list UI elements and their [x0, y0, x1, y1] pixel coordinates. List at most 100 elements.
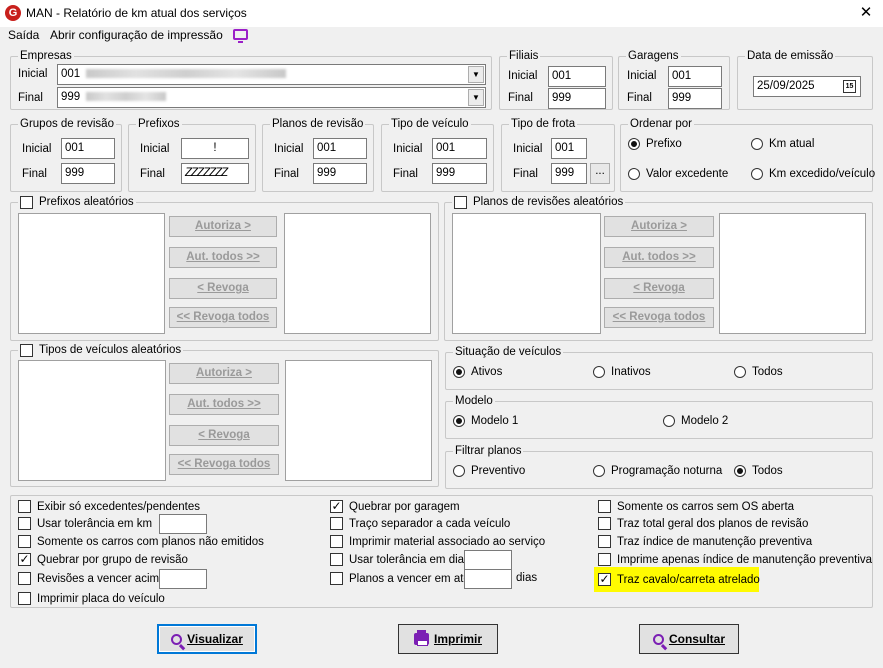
autoriza-button[interactable]: Autoriza >	[604, 216, 714, 237]
revoga-todos-button[interactable]: << Revoga todos	[604, 307, 714, 328]
aut-todos-button[interactable]: Aut. todos >>	[169, 394, 279, 415]
tipos-available-list[interactable]	[18, 360, 166, 481]
chevron-down-icon[interactable]: ▼	[468, 89, 484, 106]
monitor-icon[interactable]	[233, 29, 248, 43]
ordenar-valor-excedente-radio[interactable]: Valor excedente	[628, 168, 728, 180]
imprimir-placa-checkbox[interactable]: Imprimir placa do veículo	[18, 592, 165, 605]
tipos-aleatorios-checkbox[interactable]: Tipos de veículos aleatórios	[18, 343, 184, 357]
planos-vencer-dias-input[interactable]	[464, 569, 512, 589]
consultar-button[interactable]: Consultar	[639, 624, 739, 654]
tipo-frota-lookup-button[interactable]: ...	[590, 163, 610, 184]
garagens-final-input[interactable]: 999	[668, 88, 722, 109]
filiais-inicial-input[interactable]: 001	[548, 66, 606, 87]
menu-saida[interactable]: Saída	[8, 28, 39, 42]
traz-cavalo-carreta-checkbox[interactable]: ✓ Traz cavalo/carreta atrelado	[594, 567, 760, 592]
situacao-ativos-radio[interactable]: Ativos	[453, 366, 502, 378]
checkbox-icon	[598, 553, 611, 566]
tipo-veiculo-final-input[interactable]: 999	[432, 163, 487, 184]
radio-icon	[453, 465, 465, 477]
garagens-inicial-input[interactable]: 001	[668, 66, 722, 87]
tipo-frota-final-label: Final	[513, 168, 538, 180]
grupos-revisao-group: Grupos de revisão Inicial 001 Final 999	[10, 117, 122, 192]
tipo-veiculo-inicial-label: Inicial	[393, 143, 423, 155]
quebrar-garagem-checkbox[interactable]: ✓ Quebrar por garagem	[330, 500, 460, 513]
aut-todos-button[interactable]: Aut. todos >>	[604, 247, 714, 268]
tipos-authorized-list[interactable]	[285, 360, 432, 481]
prefixos-final-input[interactable]: ZZZZZZZ	[181, 163, 249, 184]
prefixos-available-list[interactable]	[18, 213, 165, 334]
modelo-2-radio[interactable]: Modelo 2	[663, 415, 728, 427]
filiais-final-input[interactable]: 999	[548, 88, 606, 109]
revoga-button[interactable]: < Revoga	[169, 278, 277, 299]
filtrar-planos-group: Filtrar planos Preventivo Programação no…	[445, 444, 873, 489]
planos-final-input[interactable]: 999	[313, 163, 367, 184]
options-panel: Exibir só excedentes/pendentes Usar tole…	[10, 495, 873, 608]
revoga-todos-button[interactable]: << Revoga todos	[169, 307, 277, 328]
visualizar-button[interactable]: Visualizar	[157, 624, 257, 654]
traco-separador-checkbox[interactable]: Traço separador a cada veículo	[330, 517, 510, 530]
planos-inicial-input[interactable]: 001	[313, 138, 367, 159]
tipo-frota-final-input[interactable]: 999	[551, 163, 587, 184]
revisoes-vencer-acima-checkbox[interactable]: Revisões a vencer acima	[18, 572, 165, 585]
ordenar-prefixo-radio[interactable]: Prefixo	[628, 138, 682, 150]
filiais-final-label: Final	[508, 92, 533, 104]
grupos-final-input[interactable]: 999	[61, 163, 115, 184]
tolerancia-dias-input[interactable]	[464, 550, 512, 570]
grupos-inicial-input[interactable]: 001	[61, 138, 115, 159]
situacao-todos-radio[interactable]: Todos	[734, 366, 783, 378]
prefixos-aleatorios-checkbox[interactable]: Prefixos aleatórios	[18, 195, 136, 209]
tipo-frota-inicial-input[interactable]: 001	[551, 138, 587, 159]
traz-indice-manutencao-checkbox[interactable]: Traz índice de manutenção preventiva	[598, 535, 812, 548]
filtrar-planos-label: Filtrar planos	[453, 444, 524, 458]
situacao-inativos-radio[interactable]: Inativos	[593, 366, 651, 378]
checkbox-icon	[598, 535, 611, 548]
menu-bar: Saída Abrir configuração de impressão	[0, 27, 883, 47]
planos-aleatorios-checkbox[interactable]: Planos de revisões aleatórios	[452, 195, 626, 209]
revisoes-vencer-acima-input[interactable]	[159, 569, 207, 589]
prefixos-inicial-input[interactable]: !	[181, 138, 249, 159]
filtrar-todos-radio[interactable]: Todos	[734, 465, 783, 477]
close-button[interactable]: ✕	[855, 3, 877, 23]
ordenar-km-atual-radio[interactable]: Km atual	[751, 138, 814, 150]
checkbox-icon	[330, 572, 343, 585]
autoriza-button[interactable]: Autoriza >	[169, 363, 279, 384]
planos-aleatorios-group: Planos de revisões aleatórios Autoriza >…	[444, 195, 873, 341]
filiais-label: Filiais	[507, 49, 541, 63]
tolerancia-km-input[interactable]	[159, 514, 207, 534]
checkbox-icon	[598, 500, 611, 513]
modelo-group: Modelo Modelo 1 Modelo 2	[445, 394, 873, 439]
somente-sem-os-checkbox[interactable]: Somente os carros sem OS aberta	[598, 500, 794, 513]
planos-available-list[interactable]	[452, 213, 601, 334]
ordenar-km-excedido-radio[interactable]: Km excedido/veículo	[751, 168, 875, 180]
autoriza-button[interactable]: Autoriza >	[169, 216, 277, 237]
usar-tolerancia-dias-checkbox[interactable]: Usar tolerância em dias	[330, 553, 470, 566]
empresas-inicial-select[interactable]: 001 ▼	[57, 64, 486, 85]
planos-authorized-list[interactable]	[719, 213, 866, 334]
usar-tolerancia-km-checkbox[interactable]: Usar tolerância em km	[18, 517, 152, 530]
imprimir-material-checkbox[interactable]: Imprimir material associado ao serviço	[330, 535, 545, 548]
revoga-todos-button[interactable]: << Revoga todos	[169, 454, 279, 475]
data-emissao-input[interactable]: 25/09/2025 15	[753, 76, 861, 97]
imprimir-button[interactable]: Imprimir	[398, 624, 498, 654]
revoga-button[interactable]: < Revoga	[604, 278, 714, 299]
modelo-1-radio[interactable]: Modelo 1	[453, 415, 518, 427]
tipo-veiculo-inicial-input[interactable]: 001	[432, 138, 487, 159]
imprime-apenas-indice-checkbox[interactable]: Imprime apenas índice de manutenção prev…	[598, 553, 872, 566]
calendar-icon[interactable]: 15	[843, 80, 856, 93]
chevron-down-icon[interactable]: ▼	[468, 66, 484, 83]
filtrar-preventivo-radio[interactable]: Preventivo	[453, 465, 525, 477]
exibir-excedentes-checkbox[interactable]: Exibir só excedentes/pendentes	[18, 500, 200, 513]
dias-label: dias	[516, 572, 538, 584]
app-logo-icon: G	[5, 5, 21, 21]
prefixos-authorized-list[interactable]	[284, 213, 431, 334]
filtrar-programacao-noturna-radio[interactable]: Programação noturna	[593, 465, 722, 477]
empresas-final-select[interactable]: 999 ▼	[57, 87, 486, 108]
aut-todos-button[interactable]: Aut. todos >>	[169, 247, 277, 268]
traz-total-geral-checkbox[interactable]: Traz total geral dos planos de revisão	[598, 517, 808, 530]
menu-print-config[interactable]: Abrir configuração de impressão	[50, 28, 223, 42]
revoga-button[interactable]: < Revoga	[169, 425, 279, 446]
planos-vencer-checkbox[interactable]: Planos a vencer em até	[330, 572, 470, 585]
somente-planos-nao-emitidos-checkbox[interactable]: Somente os carros com planos não emitido…	[18, 535, 264, 548]
garagens-group: Garagens Inicial 001 Final 999	[618, 49, 730, 110]
quebrar-grupo-revisao-checkbox[interactable]: ✓ Quebrar por grupo de revisão	[18, 553, 188, 566]
